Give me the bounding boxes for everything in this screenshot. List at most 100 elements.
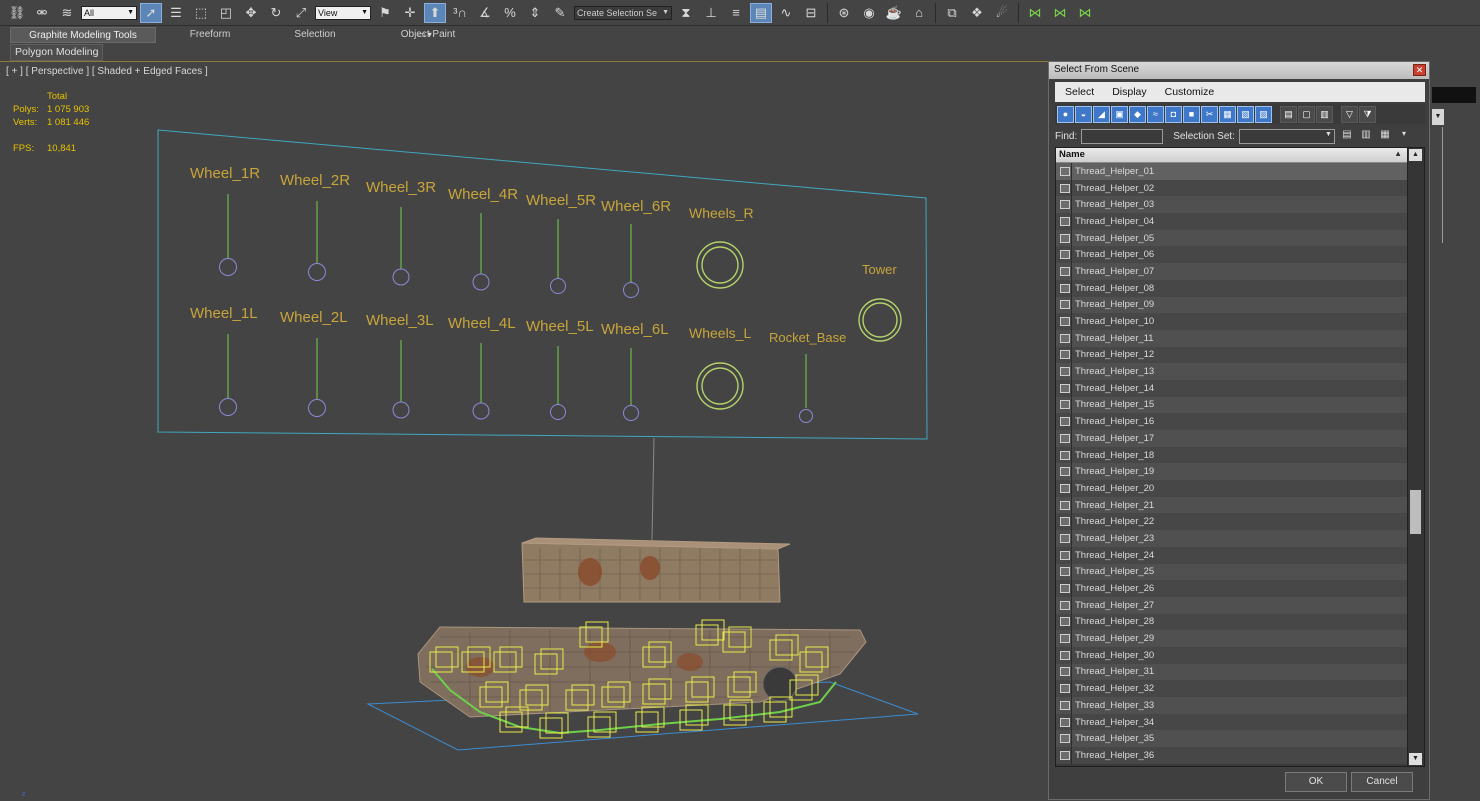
scene-explorer-icon[interactable]: ▤ xyxy=(750,2,772,23)
control-panel-plane[interactable] xyxy=(157,129,928,440)
auto-key-icon[interactable]: ⋈ xyxy=(1049,3,1071,23)
list-item[interactable]: Thread_Helper_25 xyxy=(1056,563,1408,581)
list-item[interactable]: Thread_Helper_11 xyxy=(1056,329,1408,347)
display-spacewarps-icon[interactable]: ≈ xyxy=(1147,105,1164,123)
list-item[interactable]: Thread_Helper_04 xyxy=(1056,213,1408,230)
list-item[interactable]: Thread_Helper_26 xyxy=(1056,580,1408,597)
list-item[interactable]: Thread_Helper_18 xyxy=(1056,446,1408,464)
list-item[interactable]: Thread_Helper_23 xyxy=(1056,530,1408,547)
key-mode-icon[interactable]: ⋈ xyxy=(1024,3,1046,23)
container-icon[interactable]: ⧉ xyxy=(941,3,963,23)
delete-selection-set-icon[interactable]: ▦ xyxy=(1378,129,1392,143)
set-key-icon[interactable]: ⋈ xyxy=(1074,3,1096,23)
scroll-up-icon[interactable]: ▲ xyxy=(1409,149,1422,161)
pivot-icon[interactable]: ⚑ xyxy=(374,3,396,23)
selection-filter-dropdown[interactable]: All ▼ xyxy=(81,5,137,20)
column-header-name[interactable]: Name ▲ xyxy=(1056,148,1408,163)
list-item[interactable]: Thread_Helper_03 xyxy=(1056,196,1408,214)
display-invert-icon[interactable]: ▥ xyxy=(1316,105,1333,123)
list-item[interactable]: Thread_Helper_24 xyxy=(1056,546,1408,564)
reference-coord-dropdown[interactable]: View ▼ xyxy=(315,5,371,20)
display-all-icon[interactable]: ▤ xyxy=(1280,105,1297,123)
control-tower[interactable]: Tower xyxy=(858,262,902,342)
filter-options-icon[interactable]: ⧩ xyxy=(1359,105,1376,123)
list-item[interactable]: Thread_Helper_12 xyxy=(1056,346,1408,364)
select-by-name-icon[interactable]: ☰ xyxy=(165,3,187,23)
rendered-frame-icon[interactable]: ⌂ xyxy=(908,3,930,23)
scroll-down-icon[interactable]: ▼ xyxy=(1409,753,1422,765)
control-wheel-5l[interactable]: Wheel_5L xyxy=(526,318,594,420)
rotate-icon[interactable]: ↻ xyxy=(265,3,287,23)
display-shapes-icon[interactable]: ◒ xyxy=(1075,105,1092,123)
manipulate-icon[interactable]: ✛ xyxy=(399,3,421,23)
control-wheel-2l[interactable]: Wheel_2L xyxy=(280,309,348,417)
list-item[interactable]: Thread_Helper_01 xyxy=(1056,163,1408,180)
expand-arrow-icon[interactable]: ▾ xyxy=(1397,129,1411,143)
window-crossing-icon[interactable]: ◰ xyxy=(215,3,237,23)
display-none-icon[interactable]: ▢ xyxy=(1298,105,1315,123)
tank-model[interactable] xyxy=(417,537,867,735)
percent-snap-icon[interactable]: % xyxy=(499,3,521,23)
list-item[interactable]: Thread_Helper_32 xyxy=(1056,680,1408,697)
find-input[interactable] xyxy=(1081,128,1164,144)
edit-selection-set-icon[interactable]: ▥ xyxy=(1359,129,1373,143)
display-containers-icon[interactable]: ▦ xyxy=(1219,105,1236,123)
display-geometry-icon[interactable]: ● xyxy=(1057,105,1074,123)
list-item[interactable]: Thread_Helper_19 xyxy=(1056,463,1408,481)
bind-spacewarp-icon[interactable]: ≋ xyxy=(56,3,78,23)
named-selection-dropdown[interactable]: Create Selection Se ▼ xyxy=(574,5,672,20)
control-wheel-6l[interactable]: Wheel_6L xyxy=(601,321,669,421)
list-item[interactable]: Thread_Helper_28 xyxy=(1056,613,1408,631)
control-wheel-4r[interactable]: Wheel_4R xyxy=(448,186,518,291)
layer-explorer-icon[interactable]: ≡ xyxy=(725,3,747,23)
viewport-label[interactable]: [ + ] [ Perspective ] [ Shaded + Edged F… xyxy=(6,66,208,77)
select-object-icon[interactable]: ➚ xyxy=(140,2,162,23)
list-item[interactable]: Thread_Helper_17 xyxy=(1056,430,1408,447)
control-wheel-1l[interactable]: Wheel_1L xyxy=(190,305,258,416)
display-cameras-icon[interactable]: ▣ xyxy=(1111,105,1128,123)
list-item[interactable]: Thread_Helper_07 xyxy=(1056,263,1408,280)
tab-graphite-modeling-tools[interactable]: Graphite Modeling Tools xyxy=(10,27,156,43)
control-wheel-3r[interactable]: Wheel_3R xyxy=(366,179,436,286)
dialog-titlebar[interactable]: Select From Scene ✕ xyxy=(1049,62,1429,79)
unlink-icon[interactable]: ⚮ xyxy=(31,3,53,23)
polygon-modeling-panel[interactable]: Polygon Modeling xyxy=(10,44,104,61)
mirror-icon[interactable]: ⧗ xyxy=(675,3,697,23)
list-item[interactable]: Thread_Helper_15 xyxy=(1056,396,1408,414)
list-item[interactable]: Thread_Helper_29 xyxy=(1056,630,1408,647)
ok-button[interactable]: OK xyxy=(1285,772,1347,792)
list-item[interactable]: Thread_Helper_05 xyxy=(1056,229,1408,247)
filter-icon[interactable]: ▽ xyxy=(1341,105,1358,123)
list-item[interactable]: Thread_Helper_09 xyxy=(1056,296,1408,314)
list-item[interactable]: Thread_Helper_16 xyxy=(1056,413,1408,430)
menu-customize[interactable]: Customize xyxy=(1155,86,1223,98)
control-wheels-l[interactable]: Wheels_L xyxy=(689,325,751,410)
align-icon[interactable]: ⊥ xyxy=(700,3,722,23)
control-wheel-5r[interactable]: Wheel_5R xyxy=(526,192,596,294)
scroll-thumb[interactable] xyxy=(1410,490,1421,534)
list-item[interactable]: Thread_Helper_27 xyxy=(1056,596,1408,614)
control-wheels-r[interactable]: Wheels_R xyxy=(689,205,754,289)
dope-sheet-icon[interactable]: ⊟ xyxy=(800,3,822,23)
control-wheel-4l[interactable]: Wheel_4L xyxy=(448,315,516,420)
list-item[interactable]: Thread_Helper_34 xyxy=(1056,713,1408,731)
curve-editor-icon[interactable]: ∿ xyxy=(775,3,797,23)
display-hidden-icon[interactable]: ▨ xyxy=(1255,105,1272,123)
control-wheel-3l[interactable]: Wheel_3L xyxy=(366,312,434,419)
cancel-button[interactable]: Cancel xyxy=(1351,772,1413,792)
command-panel-scroll-icon[interactable]: ▼ xyxy=(1432,109,1444,125)
list-item[interactable]: Thread_Helper_33 xyxy=(1056,697,1408,714)
list-scrollbar[interactable]: ▲ ▼ xyxy=(1407,148,1424,766)
display-groups-icon[interactable]: ◘ xyxy=(1165,105,1182,123)
list-item[interactable]: Thread_Helper_31 xyxy=(1056,663,1408,681)
control-wheel-2r[interactable]: Wheel_2R xyxy=(280,172,350,281)
selection-set-dropdown[interactable]: ▼ xyxy=(1238,128,1335,144)
link-icon[interactable]: ⛓ xyxy=(6,3,28,23)
list-item[interactable]: Thread_Helper_10 xyxy=(1056,313,1408,330)
ribbon-toggle-button[interactable]: ▭ ▾ xyxy=(418,30,436,40)
menu-display[interactable]: Display xyxy=(1102,86,1154,98)
create-selection-set-icon[interactable]: ▤ xyxy=(1340,129,1354,143)
schematic-view-icon[interactable]: ⊛ xyxy=(833,3,855,23)
control-rocket-base[interactable]: Rocket_Base xyxy=(769,330,846,423)
display-helpers-icon[interactable]: ◆ xyxy=(1129,105,1146,123)
